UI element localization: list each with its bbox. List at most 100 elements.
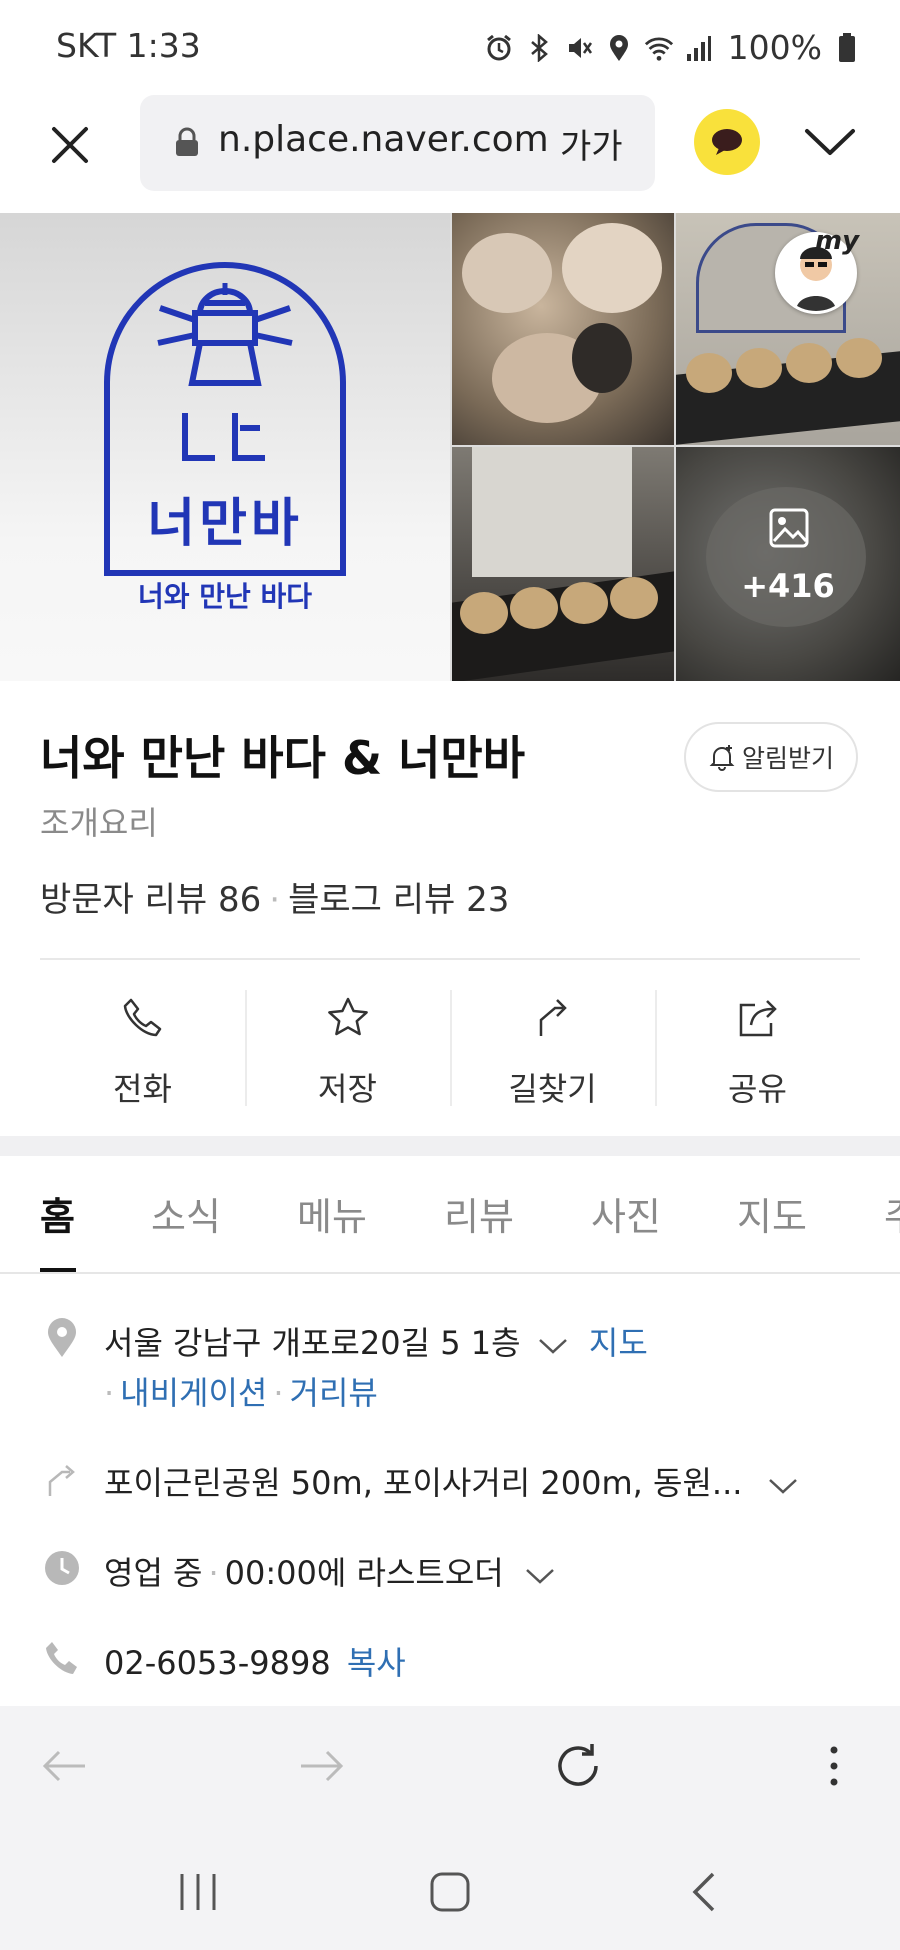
my-tag: my: [815, 226, 860, 256]
chevron-left-icon: [692, 1872, 715, 1912]
place-title: 너와 만난 바다 & 너만바: [40, 731, 526, 785]
system-back-button[interactable]: [674, 1862, 734, 1922]
signal-icon: [684, 33, 714, 63]
location-icon: [604, 33, 634, 63]
action-bar: 전화 저장 길찾기 공유: [40, 990, 860, 1110]
alarm-button[interactable]: 알림받기: [684, 722, 858, 792]
browser-toolbar: n.place.naver.com 가가: [0, 95, 900, 213]
tab-news[interactable]: 소식: [151, 1186, 221, 1241]
status-icons: 100%: [484, 28, 862, 67]
home-button[interactable]: [420, 1862, 480, 1922]
blog-reviews-link[interactable]: 블로그 리뷰 23: [288, 880, 509, 920]
chevron-down-icon: [805, 129, 855, 155]
main-photo[interactable]: 너만바 너와 만난 바다: [0, 213, 450, 681]
logo-tagline: 너와 만난 바다: [137, 580, 313, 613]
lock-icon: [174, 127, 200, 161]
system-nav-bar: [0, 1830, 900, 1950]
close-icon: [52, 127, 88, 163]
url-bar[interactable]: n.place.naver.com 가가: [140, 95, 655, 191]
browser-bottom-nav: [0, 1706, 900, 1830]
phone-row: 02-6053-9898 복사: [104, 1638, 406, 1684]
call-button[interactable]: 전화: [40, 990, 245, 1110]
share-icon: [733, 994, 783, 1042]
logo-name: 너만바: [147, 494, 303, 554]
bluetooth-icon: [524, 33, 554, 63]
chevron-down-icon: [524, 1556, 556, 1594]
recent-apps-icon: [180, 1874, 216, 1910]
url-text: n.place.naver.com: [218, 119, 549, 160]
hours-status: 영업 중: [104, 1554, 203, 1592]
tab-menu[interactable]: 메뉴: [297, 1186, 367, 1241]
refresh-icon: [558, 1744, 598, 1786]
arrow-left-icon: [42, 1750, 85, 1782]
browser-menu-button[interactable]: [800, 117, 860, 167]
separator-dot: ·: [273, 1374, 284, 1412]
battery-icon: [832, 32, 862, 63]
back-button[interactable]: [34, 1736, 94, 1796]
route-icon: [42, 1460, 82, 1500]
directions-icon: [528, 994, 578, 1042]
navigation-link[interactable]: 내비게이션: [120, 1374, 267, 1412]
location-pin-icon: [42, 1318, 82, 1358]
address-text[interactable]: 서울 강남구 개포로20길 5 1층: [104, 1324, 521, 1362]
chevron-down-icon[interactable]: [537, 1326, 569, 1364]
separator-dot: ·: [269, 880, 281, 920]
wifi-icon: [644, 33, 674, 63]
hours-note: 00:00에 라스트오더: [224, 1554, 504, 1592]
speech-bubble-icon: [712, 129, 742, 155]
tab-more[interactable]: 주: [884, 1186, 900, 1241]
section-gap: [0, 1136, 900, 1156]
visitor-reviews-link[interactable]: 방문자 리뷰 86: [40, 880, 261, 920]
kebab-menu-icon: [830, 1746, 838, 1786]
recent-apps-button[interactable]: [168, 1862, 228, 1922]
photo-count: +416: [741, 567, 835, 605]
image-icon: [768, 507, 810, 553]
alarm-label: 알림받기: [741, 744, 834, 773]
address-row: 서울 강남구 개포로20길 5 1층 지도: [104, 1318, 648, 1364]
phone-icon: [118, 994, 168, 1042]
battery-percent: 100%: [727, 28, 822, 67]
separator-dot: ·: [208, 1554, 219, 1592]
photo-thumbnail[interactable]: [452, 213, 674, 445]
action-label: 공유: [728, 1070, 787, 1108]
photo-gallery: 너만바 너와 만난 바다 +416: [0, 213, 900, 681]
mute-icon: [564, 33, 594, 63]
status-time: SKT 1:33: [56, 26, 201, 65]
copy-link[interactable]: 복사: [347, 1644, 406, 1682]
place-category: 조개요리: [40, 804, 158, 842]
review-summary: 방문자 리뷰 86 · 블로그 리뷰 23: [40, 872, 509, 921]
tab-home[interactable]: 홈: [40, 1186, 75, 1241]
tab-reviews[interactable]: 리뷰: [444, 1186, 514, 1241]
save-button[interactable]: 저장: [245, 990, 450, 1110]
tab-photos[interactable]: 사진: [591, 1186, 661, 1241]
kakaotalk-share-button[interactable]: [694, 109, 760, 175]
clock-icon: [42, 1548, 82, 1588]
chevron-down-icon: [767, 1466, 799, 1504]
address-links: · 내비게이션 · 거리뷰: [104, 1368, 378, 1414]
more-photos-tile[interactable]: +416: [676, 447, 900, 681]
streetview-link[interactable]: 거리뷰: [290, 1374, 378, 1412]
status-bar: SKT 1:33 100%: [0, 0, 900, 95]
tab-map[interactable]: 지도: [737, 1186, 807, 1241]
font-size-button[interactable]: 가가: [560, 119, 623, 168]
close-button[interactable]: [42, 117, 98, 173]
forward-button[interactable]: [292, 1736, 352, 1796]
tab-bar: 홈 소식 메뉴 리뷰 사진 지도 주: [0, 1156, 900, 1274]
hours-row[interactable]: 영업 중 · 00:00에 라스트오더: [104, 1548, 556, 1594]
bell-plus-icon: [709, 745, 735, 771]
directions-row[interactable]: 포이근린공원 50m, 포이사거리 200m, 동원...: [104, 1458, 799, 1504]
directions-button[interactable]: 길찾기: [450, 990, 655, 1110]
action-label: 전화: [113, 1070, 172, 1108]
active-tab-indicator: [40, 1268, 76, 1272]
reload-button[interactable]: [548, 1736, 608, 1796]
photo-thumbnail[interactable]: [452, 447, 674, 681]
separator-dot: ·: [104, 1374, 115, 1412]
directions-text: 포이근린공원 50m, 포이사거리 200m, 동원...: [104, 1464, 743, 1502]
phone-number[interactable]: 02-6053-9898: [104, 1644, 331, 1682]
map-link[interactable]: 지도: [589, 1324, 648, 1362]
divider: [40, 958, 860, 960]
phone-icon: [42, 1638, 82, 1678]
share-button[interactable]: 공유: [655, 990, 860, 1110]
more-options-button[interactable]: [804, 1736, 864, 1796]
action-label: 길찾기: [508, 1070, 597, 1108]
